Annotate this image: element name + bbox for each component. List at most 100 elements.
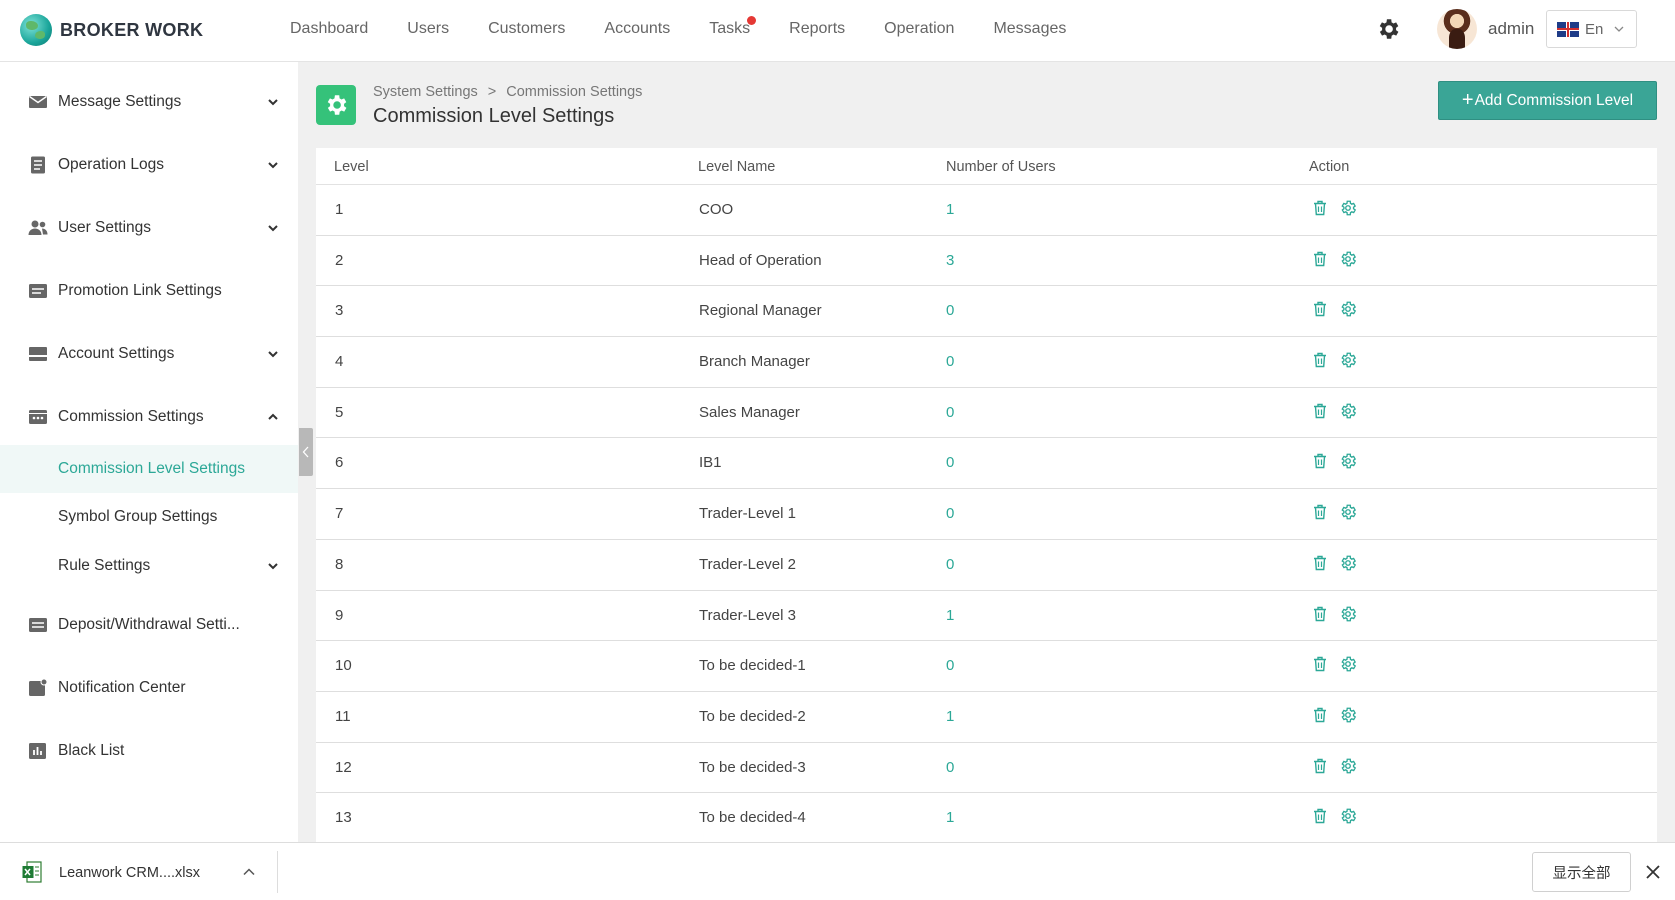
- nav-messages[interactable]: Messages: [993, 20, 1066, 38]
- settings-icon[interactable]: [1339, 706, 1357, 724]
- sidebar-item-label: Operation Logs: [58, 156, 164, 173]
- column-header-number-of-users: Number of Users: [946, 159, 1056, 175]
- sidebar-item-black-list[interactable]: Black List: [0, 728, 298, 774]
- log-icon: [31, 156, 45, 174]
- table-row: 4 Branch Manager 0: [316, 337, 1657, 388]
- sidebar-item-label: User Settings: [58, 219, 152, 236]
- table-row: 3 Regional Manager 0: [316, 286, 1657, 338]
- nav-customers[interactable]: Customers: [488, 20, 565, 38]
- number-of-users-link[interactable]: 0: [946, 302, 954, 319]
- download-file-name[interactable]: Leanwork CRM....xlsx: [59, 865, 200, 881]
- sidebar: Message Settings Operation Logs User Set…: [0, 62, 298, 842]
- delete-icon[interactable]: [1311, 503, 1329, 521]
- page-title: Commission Level Settings: [373, 105, 615, 127]
- sidebar-item-commission-settings[interactable]: Commission Settings: [0, 394, 298, 440]
- user-avatar[interactable]: [1437, 9, 1477, 49]
- sidebar-item-rule-settings[interactable]: Rule Settings: [0, 543, 298, 589]
- settings-icon[interactable]: [1339, 655, 1357, 673]
- delete-icon[interactable]: [1311, 757, 1329, 775]
- settings-icon[interactable]: [1339, 757, 1357, 775]
- chevron-down-icon: [268, 225, 278, 232]
- number-of-users-link[interactable]: 1: [946, 201, 954, 218]
- number-of-users-link[interactable]: 1: [946, 607, 954, 624]
- settings-icon[interactable]: [1339, 503, 1357, 521]
- sidebar-item-message-settings[interactable]: Message Settings: [0, 79, 298, 125]
- chevron-up-icon[interactable]: [242, 865, 256, 879]
- nav-tasks[interactable]: Tasks: [709, 16, 757, 38]
- number-of-users-link[interactable]: 0: [946, 353, 954, 370]
- sidebar-item-commission-level-settings[interactable]: Commission Level Settings: [0, 445, 298, 493]
- sidebar-item-promotion-link-settings[interactable]: Promotion Link Settings: [0, 268, 298, 314]
- number-of-users-link[interactable]: 0: [946, 657, 954, 674]
- envelope-icon: [29, 95, 47, 108]
- sidebar-item-symbol-group-settings[interactable]: Symbol Group Settings: [0, 494, 298, 540]
- settings-icon[interactable]: [1339, 452, 1357, 470]
- level-name-cell: Trader-Level 2: [699, 555, 796, 573]
- breadcrumb-commission-settings[interactable]: Commission Settings: [506, 84, 642, 100]
- table-row: 11 To be decided-2 1: [316, 692, 1657, 743]
- number-of-users-link[interactable]: 0: [946, 556, 954, 573]
- delete-icon[interactable]: [1311, 807, 1329, 825]
- level-name-cell: IB1: [699, 454, 722, 472]
- settings-gear-icon[interactable]: [1375, 16, 1401, 42]
- settings-icon[interactable]: [1339, 250, 1357, 268]
- language-selector[interactable]: En: [1546, 10, 1637, 48]
- settings-icon[interactable]: [1339, 351, 1357, 369]
- nav-users[interactable]: Users: [407, 20, 449, 38]
- nav-reports[interactable]: Reports: [789, 20, 845, 38]
- number-of-users-link[interactable]: 0: [946, 759, 954, 776]
- sidebar-item-label: Deposit/Withdrawal Setti...: [58, 616, 240, 633]
- sidebar-item-user-settings[interactable]: User Settings: [0, 205, 298, 251]
- excel-file-icon[interactable]: [22, 861, 42, 883]
- number-of-users-link[interactable]: 3: [946, 252, 954, 269]
- chevron-down-icon: [268, 351, 278, 358]
- row-actions: [1311, 605, 1357, 623]
- level-cell: 1: [335, 201, 344, 218]
- nav-accounts[interactable]: Accounts: [604, 20, 670, 38]
- settings-icon[interactable]: [1339, 554, 1357, 572]
- delete-icon[interactable]: [1311, 199, 1329, 217]
- settings-icon[interactable]: [1339, 605, 1357, 623]
- delete-icon[interactable]: [1311, 250, 1329, 268]
- user-name[interactable]: admin: [1488, 19, 1534, 39]
- brand-name: BROKER WORK: [60, 19, 204, 40]
- level-cell: 9: [335, 606, 344, 624]
- nav-operation[interactable]: Operation: [884, 20, 954, 38]
- number-of-users-link[interactable]: 1: [946, 809, 954, 826]
- add-commission-level-button[interactable]: + Add Commission Level: [1438, 81, 1657, 120]
- close-icon[interactable]: [1645, 864, 1661, 880]
- row-actions: [1311, 655, 1357, 673]
- number-of-users-link[interactable]: 0: [946, 505, 954, 522]
- sidebar-collapse-handle[interactable]: [299, 428, 313, 476]
- delete-icon[interactable]: [1311, 452, 1329, 470]
- level-name-cell: To be decided-3: [699, 758, 806, 776]
- number-of-users-link[interactable]: 0: [946, 404, 954, 421]
- breadcrumb-system-settings[interactable]: System Settings: [373, 84, 478, 100]
- sidebar-item-deposit-withdrawal-settings[interactable]: Deposit/Withdrawal Setti...: [0, 602, 298, 648]
- nav-dashboard[interactable]: Dashboard: [290, 20, 368, 38]
- settings-icon[interactable]: [1339, 199, 1357, 217]
- sidebar-item-notification-center[interactable]: Notification Center: [0, 665, 298, 711]
- delete-icon[interactable]: [1311, 605, 1329, 623]
- sidebar-item-label: Rule Settings: [58, 557, 151, 574]
- row-actions: [1311, 250, 1357, 268]
- chevron-up-icon: [268, 413, 278, 420]
- settings-icon[interactable]: [1339, 300, 1357, 318]
- delete-icon[interactable]: [1311, 655, 1329, 673]
- number-of-users-link[interactable]: 1: [946, 708, 954, 725]
- level-cell: 7: [335, 505, 344, 523]
- brand-logo[interactable]: BROKER WORK: [20, 13, 203, 47]
- settings-icon[interactable]: [1339, 807, 1357, 825]
- level-name-cell: Head of Operation: [699, 251, 822, 269]
- delete-icon[interactable]: [1311, 706, 1329, 724]
- delete-icon[interactable]: [1311, 351, 1329, 369]
- delete-icon[interactable]: [1311, 300, 1329, 318]
- settings-icon[interactable]: [1339, 402, 1357, 420]
- delete-icon[interactable]: [1311, 402, 1329, 420]
- table-row: 12 To be decided-3 0: [316, 743, 1657, 794]
- number-of-users-link[interactable]: 0: [946, 454, 954, 471]
- sidebar-item-account-settings[interactable]: Account Settings: [0, 331, 298, 377]
- sidebar-item-operation-logs[interactable]: Operation Logs: [0, 142, 298, 188]
- show-all-button[interactable]: 显示全部: [1532, 852, 1631, 892]
- delete-icon[interactable]: [1311, 554, 1329, 572]
